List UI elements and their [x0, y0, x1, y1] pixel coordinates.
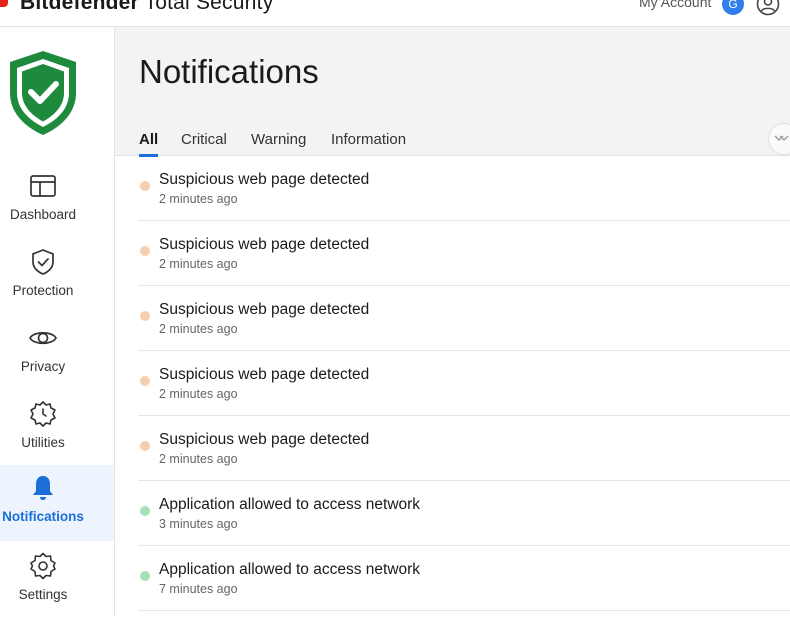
- status-dot: [140, 181, 150, 191]
- status-dot: [140, 246, 150, 256]
- list-item[interactable]: Suspicious web page detected 2 minutes a…: [138, 416, 790, 481]
- eye-icon: [29, 331, 57, 345]
- app-title-brand: Bitdefender: [20, 0, 139, 14]
- sidebar-item-label: Privacy: [20, 359, 66, 374]
- notification-title: Suspicious web page detected: [159, 366, 370, 383]
- tab-critical[interactable]: Critical: [181, 131, 227, 148]
- notification-time: 2 minutes ago: [159, 322, 238, 336]
- status-dot: [140, 571, 150, 581]
- app-title-product: Total Security: [144, 0, 274, 14]
- shield-check-icon: [10, 51, 76, 135]
- bitdefender-logo-icon: [0, 0, 8, 7]
- sidebar-item-notifications[interactable]: Notifications: [0, 465, 114, 541]
- sidebar-item-utilities[interactable]: Utilities: [0, 391, 114, 467]
- double-chevron-icon: [774, 135, 789, 141]
- dashboard-icon: [30, 175, 56, 197]
- list-item[interactable]: Suspicious web page detected 2 minutes a…: [138, 156, 790, 221]
- notification-title: Application allowed to access network: [159, 496, 421, 513]
- notification-time: 2 minutes ago: [159, 257, 238, 271]
- app-title: Bitdefender Total Security: [20, 0, 273, 15]
- title-bar: Bitdefender Total Security My Account G: [0, 0, 790, 27]
- sidebar-item-label: Settings: [18, 587, 68, 602]
- notification-title: Suspicious web page detected: [159, 301, 370, 318]
- sidebar: Dashboard Protection Privacy Utilities N…: [0, 27, 115, 617]
- user-profile-icon[interactable]: [756, 0, 780, 16]
- status-dot: [140, 441, 150, 451]
- bell-icon: [33, 476, 53, 500]
- list-item[interactable]: Application allowed to access network 3 …: [138, 481, 790, 546]
- notification-time: 3 minutes ago: [159, 517, 238, 531]
- sidebar-item-settings[interactable]: Settings: [0, 543, 114, 619]
- list-item[interactable]: Suspicious web page detected 2 minutes a…: [138, 351, 790, 416]
- sidebar-item-dashboard[interactable]: Dashboard: [0, 163, 114, 239]
- my-account-link[interactable]: My Account: [639, 0, 711, 10]
- sidebar-item-label: Protection: [12, 283, 74, 298]
- notification-title: Suspicious web page detected: [159, 431, 370, 448]
- page-title: Notifications: [139, 53, 319, 90]
- protection-shield-icon: [32, 249, 54, 275]
- status-dot: [140, 376, 150, 386]
- page-header: Notifications All Critical Warning Infor…: [115, 27, 790, 157]
- notification-title: Application allowed to access network: [159, 561, 421, 578]
- list-item[interactable]: Application allowed to access network 7 …: [138, 546, 790, 611]
- notification-time: 2 minutes ago: [159, 452, 238, 466]
- sidebar-item-label: Notifications: [2, 509, 84, 524]
- main-content: Notifications All Critical Warning Infor…: [115, 27, 790, 617]
- notification-title: Suspicious web page detected: [159, 171, 370, 188]
- tab-warning[interactable]: Warning: [251, 131, 306, 148]
- sidebar-item-protection[interactable]: Protection: [0, 239, 114, 315]
- sidebar-item-label: Dashboard: [9, 207, 77, 222]
- notification-time: 2 minutes ago: [159, 192, 238, 206]
- gear-icon: [30, 552, 56, 580]
- account-avatar[interactable]: G: [722, 0, 744, 15]
- utilities-gear-icon: [30, 401, 56, 427]
- notification-title: Suspicious web page detected: [159, 236, 370, 253]
- list-item[interactable]: Suspicious web page detected 2 minutes a…: [138, 286, 790, 351]
- tab-all[interactable]: All: [139, 131, 158, 148]
- tab-information[interactable]: Information: [331, 131, 406, 148]
- status-dot: [140, 506, 150, 516]
- collapse-panel-button[interactable]: [768, 123, 790, 155]
- notification-time: 7 minutes ago: [159, 582, 238, 596]
- list-item[interactable]: Suspicious web page detected 2 minutes a…: [138, 221, 790, 286]
- notification-time: 2 minutes ago: [159, 387, 238, 401]
- status-dot: [140, 311, 150, 321]
- sidebar-item-label: Utilities: [21, 435, 65, 450]
- sidebar-item-privacy[interactable]: Privacy: [0, 315, 114, 391]
